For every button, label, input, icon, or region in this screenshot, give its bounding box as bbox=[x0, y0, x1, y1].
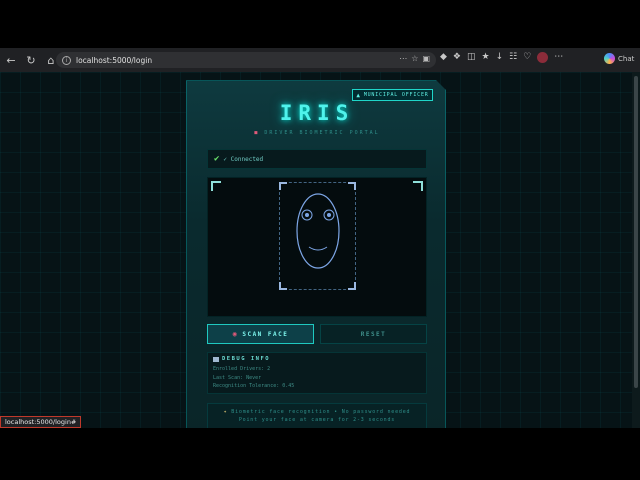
read-aloud-icon[interactable]: ⋯ bbox=[399, 54, 407, 63]
face-frame-corner-tl bbox=[279, 182, 287, 190]
action-buttons: ◉ SCAN FACE RESET bbox=[207, 324, 427, 344]
site-info-icon[interactable]: i bbox=[62, 55, 71, 65]
check-icon: ✔ bbox=[214, 154, 220, 164]
page-scrollbar[interactable] bbox=[632, 72, 640, 428]
extensions-icon[interactable]: ❖ bbox=[453, 52, 461, 63]
copilot-label: Chat bbox=[618, 54, 635, 63]
debug-line: Last Scan: Never bbox=[213, 374, 262, 381]
debug-line: Enrolled Drivers: 2 bbox=[213, 366, 271, 372]
car-icon: ■ bbox=[254, 130, 260, 136]
debug-line: Recognition Tolerance: 0.45 bbox=[213, 383, 295, 389]
scan-label: SCAN FACE bbox=[242, 330, 289, 338]
face-frame-corner-br bbox=[348, 282, 356, 290]
reset-label: RESET bbox=[360, 330, 387, 338]
app-available-icon[interactable]: ▣ bbox=[422, 54, 430, 63]
badge-label: MUNICIPAL OFFICER bbox=[363, 92, 429, 98]
chart-icon bbox=[213, 356, 219, 362]
camera-corner-tr bbox=[413, 181, 423, 191]
refresh-icon[interactable]: ↻ bbox=[22, 51, 40, 69]
login-panel: ▲ MUNICIPAL OFFICER IRIS ■ DRIVER BIOMET… bbox=[186, 80, 446, 428]
municipal-officer-button[interactable]: ▲ MUNICIPAL OFFICER bbox=[352, 89, 433, 101]
letterbox-top bbox=[0, 0, 640, 48]
debug-info-box: DEBUG INFO Enrolled Drivers: 2 Last Scan… bbox=[207, 352, 427, 394]
page-title: IRIS bbox=[279, 101, 355, 125]
hint-line-2: Point your face at camera for 2-3 second… bbox=[238, 417, 396, 423]
face-guide-frame bbox=[279, 182, 356, 290]
reset-button[interactable]: RESET bbox=[320, 324, 427, 344]
copilot-button[interactable]: Chat bbox=[604, 53, 634, 64]
face-frame-corner-bl bbox=[279, 282, 287, 290]
link-status-bar: localhost:5000/login# bbox=[0, 416, 82, 428]
scrollbar-thumb[interactable] bbox=[634, 76, 638, 388]
instructions-hint: ✦ Biometric face recognition • No passwo… bbox=[207, 403, 427, 428]
more-menu-icon[interactable]: ⋯ bbox=[554, 52, 563, 63]
toolbar-icons: ◆ ❖ ◫ ★ ↓ ☷ ♡ ⋯ bbox=[440, 52, 563, 63]
face-frame-corner-tr bbox=[348, 182, 356, 190]
scan-face-button[interactable]: ◉ SCAN FACE bbox=[207, 324, 314, 344]
back-icon[interactable]: ← bbox=[2, 51, 20, 69]
collections-icon[interactable]: ☷ bbox=[509, 52, 517, 63]
sparkle-icon: ✦ bbox=[223, 409, 228, 415]
letterbox-bottom bbox=[0, 432, 640, 480]
subtitle-text: DRIVER BIOMETRIC PORTAL bbox=[264, 130, 380, 136]
hint-text-1: Biometric face recognition • No password… bbox=[231, 409, 411, 415]
status-link-text: localhost:5000/login# bbox=[5, 418, 77, 426]
downloads-icon[interactable]: ↓ bbox=[496, 52, 504, 63]
debug-title-text: DEBUG INFO bbox=[222, 356, 271, 362]
copilot-icon bbox=[604, 53, 615, 64]
address-bar[interactable]: i localhost:5000/login ⋯ ☆ ▣ bbox=[56, 52, 436, 68]
camera-preview bbox=[207, 177, 427, 317]
url-text: localhost:5000/login bbox=[76, 55, 153, 65]
connection-status: ✔ ✓ Connected bbox=[207, 149, 427, 169]
shield-icon[interactable]: ◆ bbox=[440, 52, 447, 63]
favorite-star-icon[interactable]: ☆ bbox=[411, 54, 418, 63]
profile-avatar[interactable] bbox=[537, 52, 549, 63]
building-icon: ▲ bbox=[356, 91, 361, 99]
split-screen-icon[interactable]: ◫ bbox=[467, 52, 476, 63]
status-text: ✓ Connected bbox=[223, 155, 264, 163]
camera-corner-tl bbox=[211, 181, 221, 191]
heart-icon[interactable]: ♡ bbox=[523, 52, 531, 63]
face-outline-icon bbox=[296, 193, 340, 269]
debug-title: DEBUG INFO bbox=[213, 356, 421, 362]
page-subtitle: ■ DRIVER BIOMETRIC PORTAL bbox=[187, 130, 446, 136]
hint-line-1: ✦ Biometric face recognition • No passwo… bbox=[208, 408, 426, 416]
favorites-icon[interactable]: ★ bbox=[482, 52, 490, 63]
camera-icon: ◉ bbox=[232, 330, 239, 338]
page-viewport: ▲ MUNICIPAL OFFICER IRIS ■ DRIVER BIOMET… bbox=[0, 72, 640, 428]
